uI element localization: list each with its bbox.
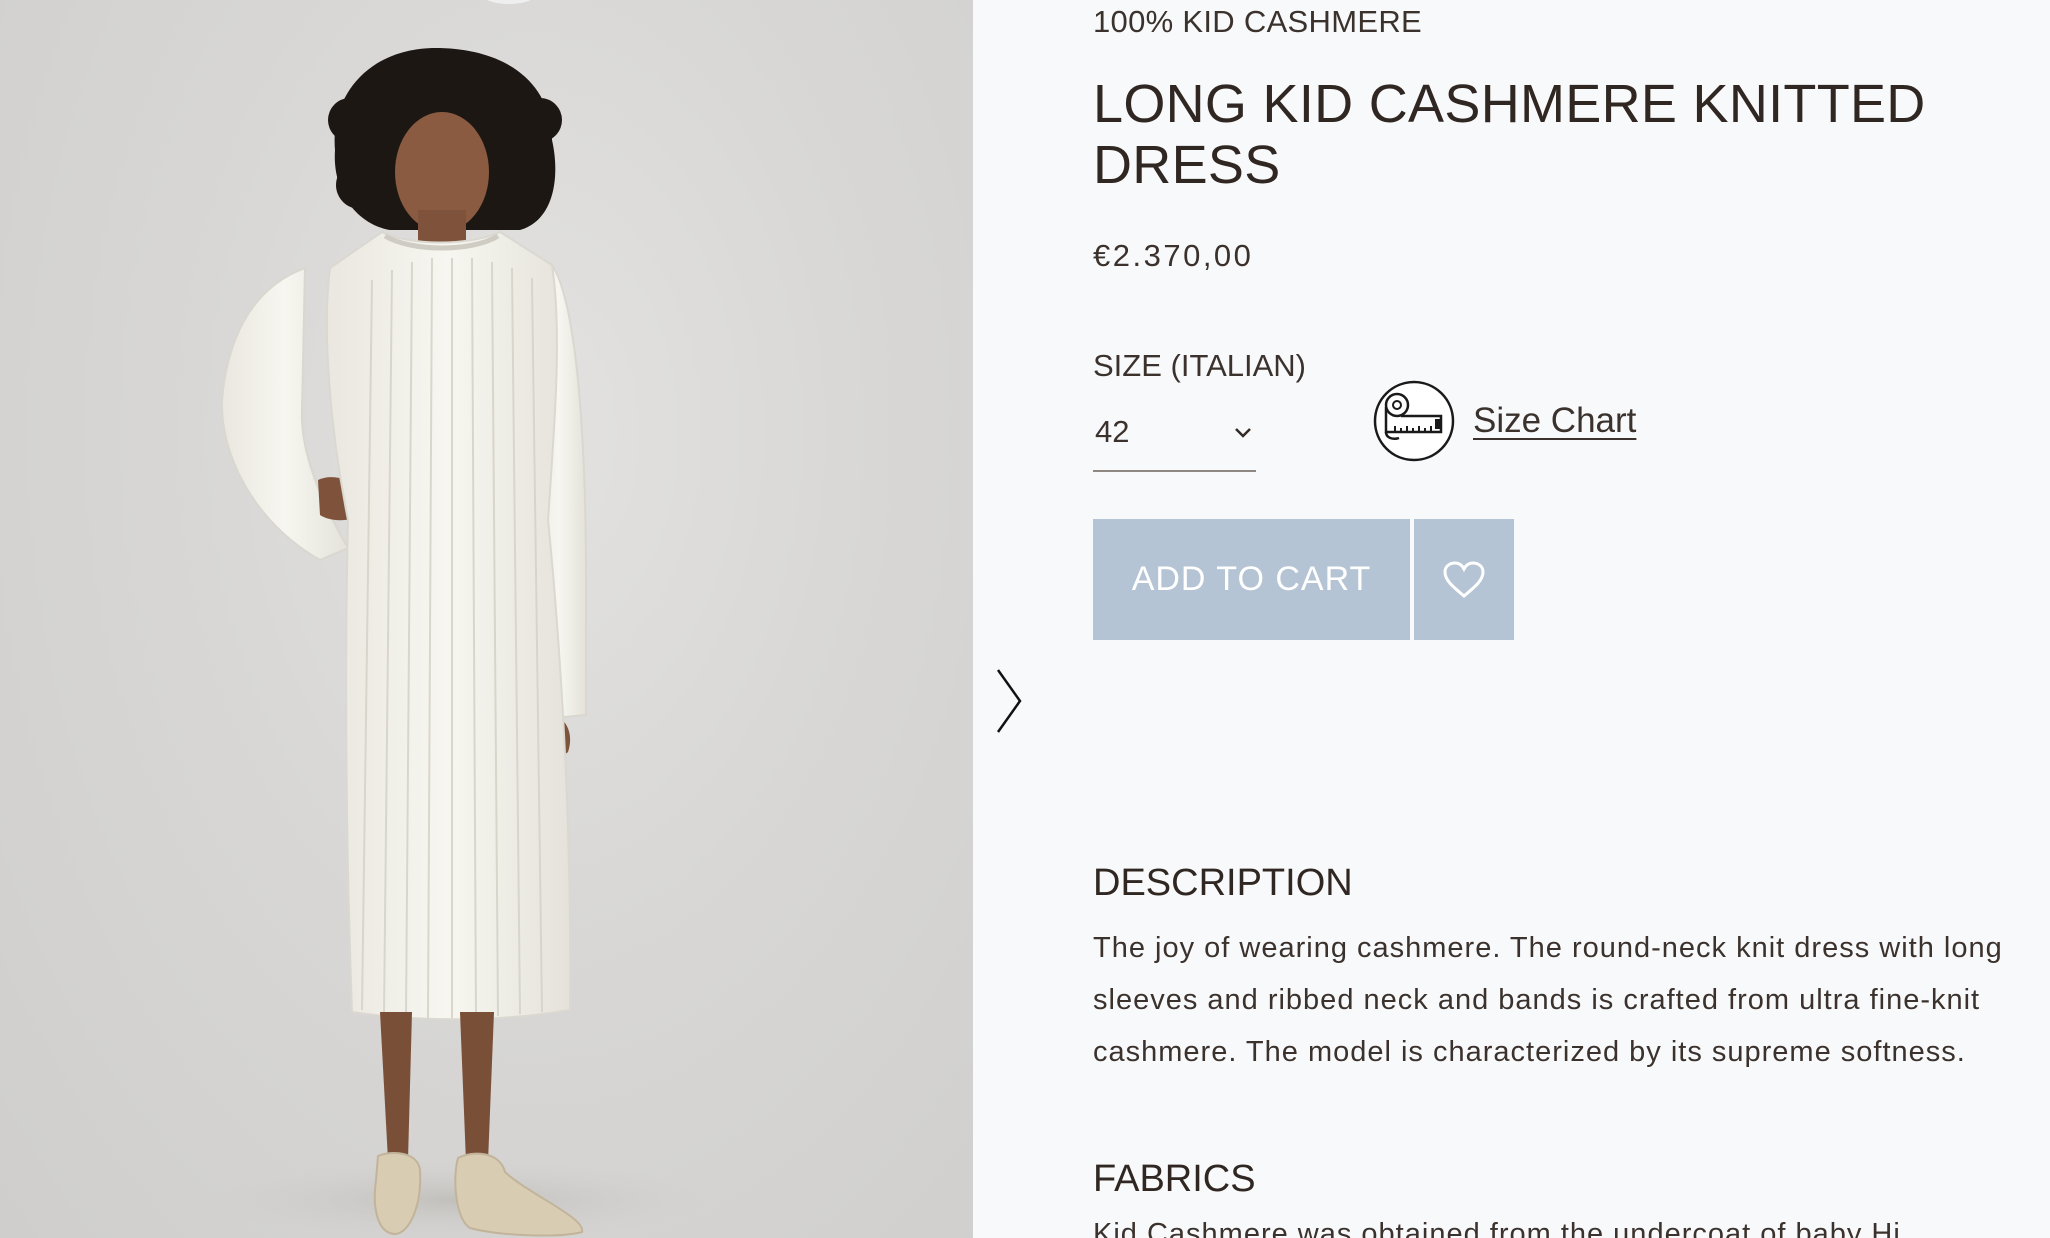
size-chart-link[interactable]: Size Chart — [1373, 380, 1636, 462]
wishlist-button[interactable] — [1414, 519, 1514, 640]
description-text: The joy of wearing cashmere. The round-n… — [1093, 932, 2003, 1068]
add-to-cart-button[interactable]: ADD TO CART — [1093, 519, 1410, 640]
product-image — [0, 0, 973, 1238]
fabrics-heading: FABRICS — [1093, 1158, 1256, 1200]
size-label: SIZE (ITALIAN) — [1093, 348, 1307, 383]
product-title: LONG KID CASHMERE KNITTED DRESS — [1093, 74, 1926, 195]
description-heading: DESCRIPTION — [1093, 862, 1353, 904]
model-photo-illustration — [200, 47, 720, 1238]
size-select[interactable]: 42 — [1093, 400, 1256, 472]
product-price: €2.370,00 — [1093, 238, 1254, 273]
chevron-right-icon — [996, 669, 1022, 733]
size-selected-value: 42 — [1095, 414, 1130, 449]
measuring-tape-icon — [1373, 380, 1455, 462]
chevron-down-icon — [1235, 428, 1251, 438]
size-chart-label[interactable]: Size Chart — [1473, 401, 1636, 441]
heart-icon — [1443, 560, 1485, 598]
fabrics-text: Kid Cashmere was obtained from the under… — [1093, 1218, 1928, 1238]
product-page: 100% KID CASHMERE LONG KID CASHMERE KNIT… — [0, 0, 2050, 1238]
gallery-next-button[interactable] — [990, 666, 1030, 736]
material-tag: 100% KID CASHMERE — [1093, 4, 1422, 39]
